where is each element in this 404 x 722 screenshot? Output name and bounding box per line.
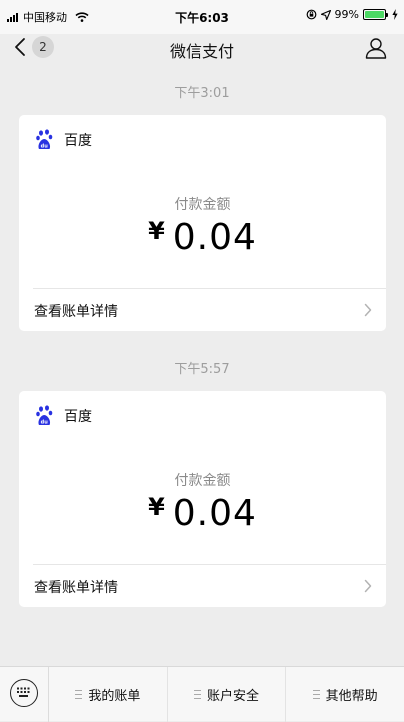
chevron-right-icon [364, 303, 372, 317]
amount-row: ¥0.04 [19, 493, 386, 534]
payment-amount: 0.04 [172, 493, 257, 534]
view-bill-details-link[interactable]: 查看账单详情 [19, 289, 386, 331]
keyboard-icon [17, 687, 30, 697]
svg-text:du: du [41, 420, 49, 426]
location-arrow-icon [320, 9, 331, 20]
currency-symbol: ¥ [148, 217, 165, 245]
payment-card[interactable]: du 百度 付款金额 ¥0.04 查看账单详情 [19, 391, 386, 607]
battery-icon [363, 9, 388, 20]
amount-row: ¥0.04 [19, 217, 386, 258]
merchant-header: du 百度 [36, 405, 92, 427]
menu-item-account-security[interactable]: 账户安全 [166, 667, 286, 722]
payment-amount: 0.04 [172, 217, 257, 258]
svg-text:du: du [41, 144, 49, 150]
chevron-right-icon [364, 579, 372, 593]
charging-bolt-icon [392, 9, 398, 20]
view-bill-details-label: 查看账单详情 [34, 580, 118, 596]
page-title: 微信支付 [169, 42, 234, 61]
merchant-name: 百度 [64, 409, 92, 425]
lock-rotation-icon [306, 9, 316, 20]
menu-item-label: 我的账单 [88, 689, 141, 704]
menu-item-label: 其他帮助 [325, 689, 378, 704]
menu-lines-icon [194, 690, 201, 699]
menu-item-other-help[interactable]: 其他帮助 [285, 667, 404, 722]
payment-card[interactable]: du 百度 付款金额 ¥0.04 查看账单详情 [19, 115, 386, 331]
battery-level-fill [365, 11, 384, 18]
currency-symbol: ¥ [148, 493, 165, 521]
view-bill-details-link[interactable]: 查看账单详情 [19, 565, 386, 607]
battery-percent: 99% [334, 8, 359, 21]
view-bill-details-label: 查看账单详情 [34, 304, 118, 320]
merchant-name: 百度 [64, 133, 92, 149]
amount-label: 付款金额 [174, 473, 231, 489]
profile-icon[interactable] [365, 37, 387, 59]
menu-lines-icon [75, 690, 83, 699]
menu-item-my-bills[interactable]: 我的账单 [49, 667, 167, 722]
message-timestamp: 下午5:57 [174, 362, 230, 377]
message-timestamp: 下午3:01 [174, 86, 230, 101]
nav-bar: 2 微信支付 [0, 34, 404, 64]
baidu-paw-icon: du [36, 129, 53, 150]
menu-lines-icon [312, 690, 320, 699]
menu-items: 我的账单 账户安全 其他帮助 [49, 667, 404, 722]
status-bar: 中国移动 下午6:03 99% [0, 0, 404, 34]
amount-label: 付款金额 [174, 197, 231, 213]
merchant-header: du 百度 [36, 129, 92, 151]
baidu-paw-icon: du [36, 405, 53, 426]
bottom-menu-bar: 我的账单 账户安全 其他帮助 [0, 666, 404, 722]
keyboard-toggle-button[interactable] [10, 679, 38, 707]
menu-item-label: 账户安全 [207, 689, 260, 704]
status-right: 99% [306, 8, 398, 21]
